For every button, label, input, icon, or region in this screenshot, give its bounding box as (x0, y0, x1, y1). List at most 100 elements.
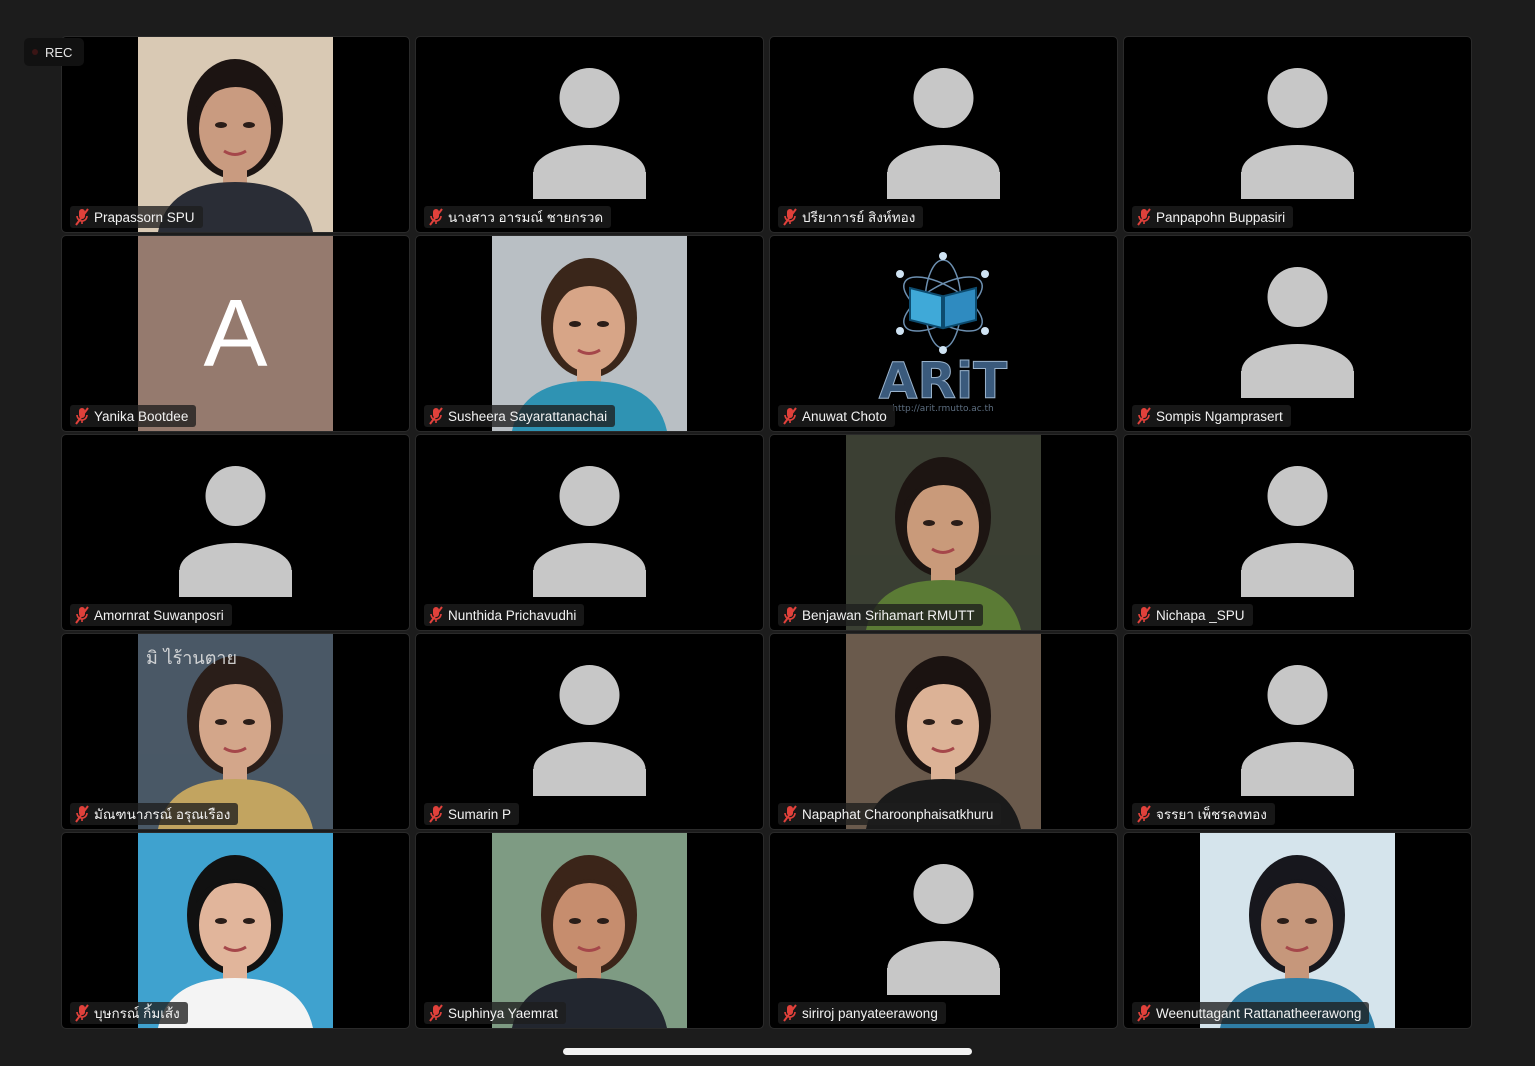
participant-name-label: นางสาว อารมณ์ ชายกรวด (424, 206, 612, 228)
participant-tile[interactable]: Napaphat Charoonphaisatkhuru (769, 633, 1118, 830)
participant-tile[interactable]: Sompis Ngamprasert (1123, 235, 1472, 432)
participant-tile[interactable]: ARiT http://arit.rmutto.ac.th Anuwat Choto (769, 235, 1118, 432)
participant-name: ปรียาการย์ สิงห์ทอง (802, 210, 916, 225)
participant-name: Amornrat Suwanposri (94, 607, 224, 623)
participant-tile[interactable]: Nichapa _SPU (1123, 434, 1472, 631)
participant-tile[interactable]: มิ ไร้านตายมัณฑนาภรณ์ อรุณเรือง (61, 633, 410, 830)
participant-name: Susheera Sayarattanachai (448, 408, 608, 424)
participant-name-label: มัณฑนาภรณ์ อรุณเรือง (70, 803, 239, 825)
participant-name: Nichapa _SPU (1156, 607, 1245, 623)
participant-name-label: Nichapa _SPU (1132, 604, 1253, 626)
muted-mic-icon (429, 805, 443, 823)
participant-name: Weenuttagant Rattanatheerawong (1156, 1005, 1362, 1021)
default-avatar-icon (533, 665, 646, 796)
participant-name: Yanika Bootdee (94, 408, 189, 424)
muted-mic-icon (429, 208, 443, 226)
participant-tile[interactable]: Amornrat Suwanposri (61, 434, 410, 631)
participant-video (492, 236, 687, 431)
muted-mic-icon (783, 208, 797, 226)
default-avatar-icon (179, 466, 292, 597)
muted-mic-icon (783, 407, 797, 425)
participant-tile[interactable]: ปรียาการย์ สิงห์ทอง (769, 36, 1118, 233)
muted-mic-icon (429, 407, 443, 425)
participant-name: บุษกรณ์ กิ้มเส้ง (94, 1006, 180, 1021)
participant-tile[interactable]: siriroj panyateerawong (769, 832, 1118, 1029)
participant-name-label: จรรยา เพ็ชรคงทอง (1132, 803, 1275, 825)
participant-name: siriroj panyateerawong (802, 1005, 938, 1021)
svg-text:ARiT: ARiT (879, 352, 1007, 410)
participant-video (846, 435, 1041, 630)
participant-name: นางสาว อารมณ์ ชายกรวด (448, 210, 604, 225)
default-avatar-icon (887, 68, 1000, 199)
participant-name-label: Nunthida Prichavudhi (424, 604, 585, 626)
participant-tile[interactable]: Suphinya Yaemrat (415, 832, 764, 1029)
muted-mic-icon (1137, 208, 1151, 226)
participant-name-label: Amornrat Suwanposri (70, 604, 232, 626)
participant-tile[interactable]: Benjawan Srihamart RMUTT (769, 434, 1118, 631)
participant-tile[interactable]: Weenuttagant Rattanatheerawong (1123, 832, 1472, 1029)
muted-mic-icon (429, 1004, 443, 1022)
recording-indicator: REC (24, 38, 85, 66)
participant-tile[interactable]: A Yanika Bootdee (61, 235, 410, 432)
muted-mic-icon (783, 1004, 797, 1022)
participant-name: Benjawan Srihamart RMUTT (802, 607, 975, 623)
participant-name: Napaphat Charoonphaisatkhuru (802, 806, 994, 822)
participant-video (846, 634, 1041, 829)
default-avatar-icon (533, 466, 646, 597)
participant-video (1200, 833, 1395, 1028)
muted-mic-icon (75, 208, 89, 226)
muted-mic-icon (1137, 1004, 1151, 1022)
participant-name: จรรยา เพ็ชรคงทอง (1156, 807, 1267, 822)
muted-mic-icon (429, 606, 443, 624)
participant-tile[interactable]: Prapassorn SPU (61, 36, 410, 233)
recording-dot-icon (32, 49, 38, 55)
participant-tile[interactable]: จรรยา เพ็ชรคงทอง (1123, 633, 1472, 830)
muted-mic-icon (1137, 805, 1151, 823)
muted-mic-icon (783, 606, 797, 624)
recording-label: REC (45, 44, 73, 60)
participant-video (138, 37, 333, 232)
participant-name-label: Suphinya Yaemrat (424, 1002, 566, 1024)
participant-name: Anuwat Choto (802, 408, 887, 424)
participant-name: Prapassorn SPU (94, 209, 195, 225)
default-avatar-icon (1241, 68, 1354, 199)
participant-tile[interactable]: Sumarin P (415, 633, 764, 830)
home-indicator-bar[interactable] (563, 1048, 972, 1055)
muted-mic-icon (1137, 606, 1151, 624)
muted-mic-icon (75, 606, 89, 624)
muted-mic-icon (75, 805, 89, 823)
participant-name-label: Panpapohn Buppasiri (1132, 206, 1294, 228)
participant-name-label: Weenuttagant Rattanatheerawong (1132, 1002, 1370, 1024)
participant-video (138, 833, 333, 1028)
participant-name: Sompis Ngamprasert (1156, 408, 1283, 424)
default-avatar-icon (1241, 466, 1354, 597)
participant-video: มิ ไร้านตาย (138, 634, 333, 829)
default-avatar-icon (533, 68, 646, 199)
default-avatar-icon (1241, 267, 1354, 398)
participant-name-label: siriroj panyateerawong (778, 1002, 946, 1024)
svg-text:มิ ไร้านตาย: มิ ไร้านตาย (146, 647, 237, 669)
muted-mic-icon (1137, 407, 1151, 425)
default-avatar-icon (887, 864, 1000, 995)
participant-name: Sumarin P (448, 806, 512, 822)
letter-avatar: A (138, 236, 333, 431)
muted-mic-icon (75, 1004, 89, 1022)
participant-name-label: Anuwat Choto (778, 405, 895, 427)
participant-name-label: Prapassorn SPU (70, 206, 203, 228)
participant-name: Nunthida Prichavudhi (448, 607, 577, 623)
participant-name-label: Benjawan Srihamart RMUTT (778, 604, 983, 626)
participant-name-label: Sompis Ngamprasert (1132, 405, 1291, 427)
participant-tile[interactable]: Nunthida Prichavudhi (415, 434, 764, 631)
participant-name: Suphinya Yaemrat (448, 1005, 558, 1021)
participant-tile[interactable]: นางสาว อารมณ์ ชายกรวด (415, 36, 764, 233)
participant-name-label: Susheera Sayarattanachai (424, 405, 616, 427)
participant-tile[interactable]: บุษกรณ์ กิ้มเส้ง (61, 832, 410, 1029)
participant-name-label: ปรียาการย์ สิงห์ทอง (778, 206, 924, 228)
participant-tile[interactable]: Susheera Sayarattanachai (415, 235, 764, 432)
participant-tile[interactable]: Panpapohn Buppasiri (1123, 36, 1472, 233)
participant-name-label: Sumarin P (424, 803, 520, 825)
participant-grid: Prapassorn SPU นางสาว อารมณ์ ชายกรวด ปรียา… (61, 36, 1472, 1029)
participant-name-label: บุษกรณ์ กิ้มเส้ง (70, 1002, 188, 1024)
participant-name-label: Napaphat Charoonphaisatkhuru (778, 803, 1002, 825)
muted-mic-icon (783, 805, 797, 823)
